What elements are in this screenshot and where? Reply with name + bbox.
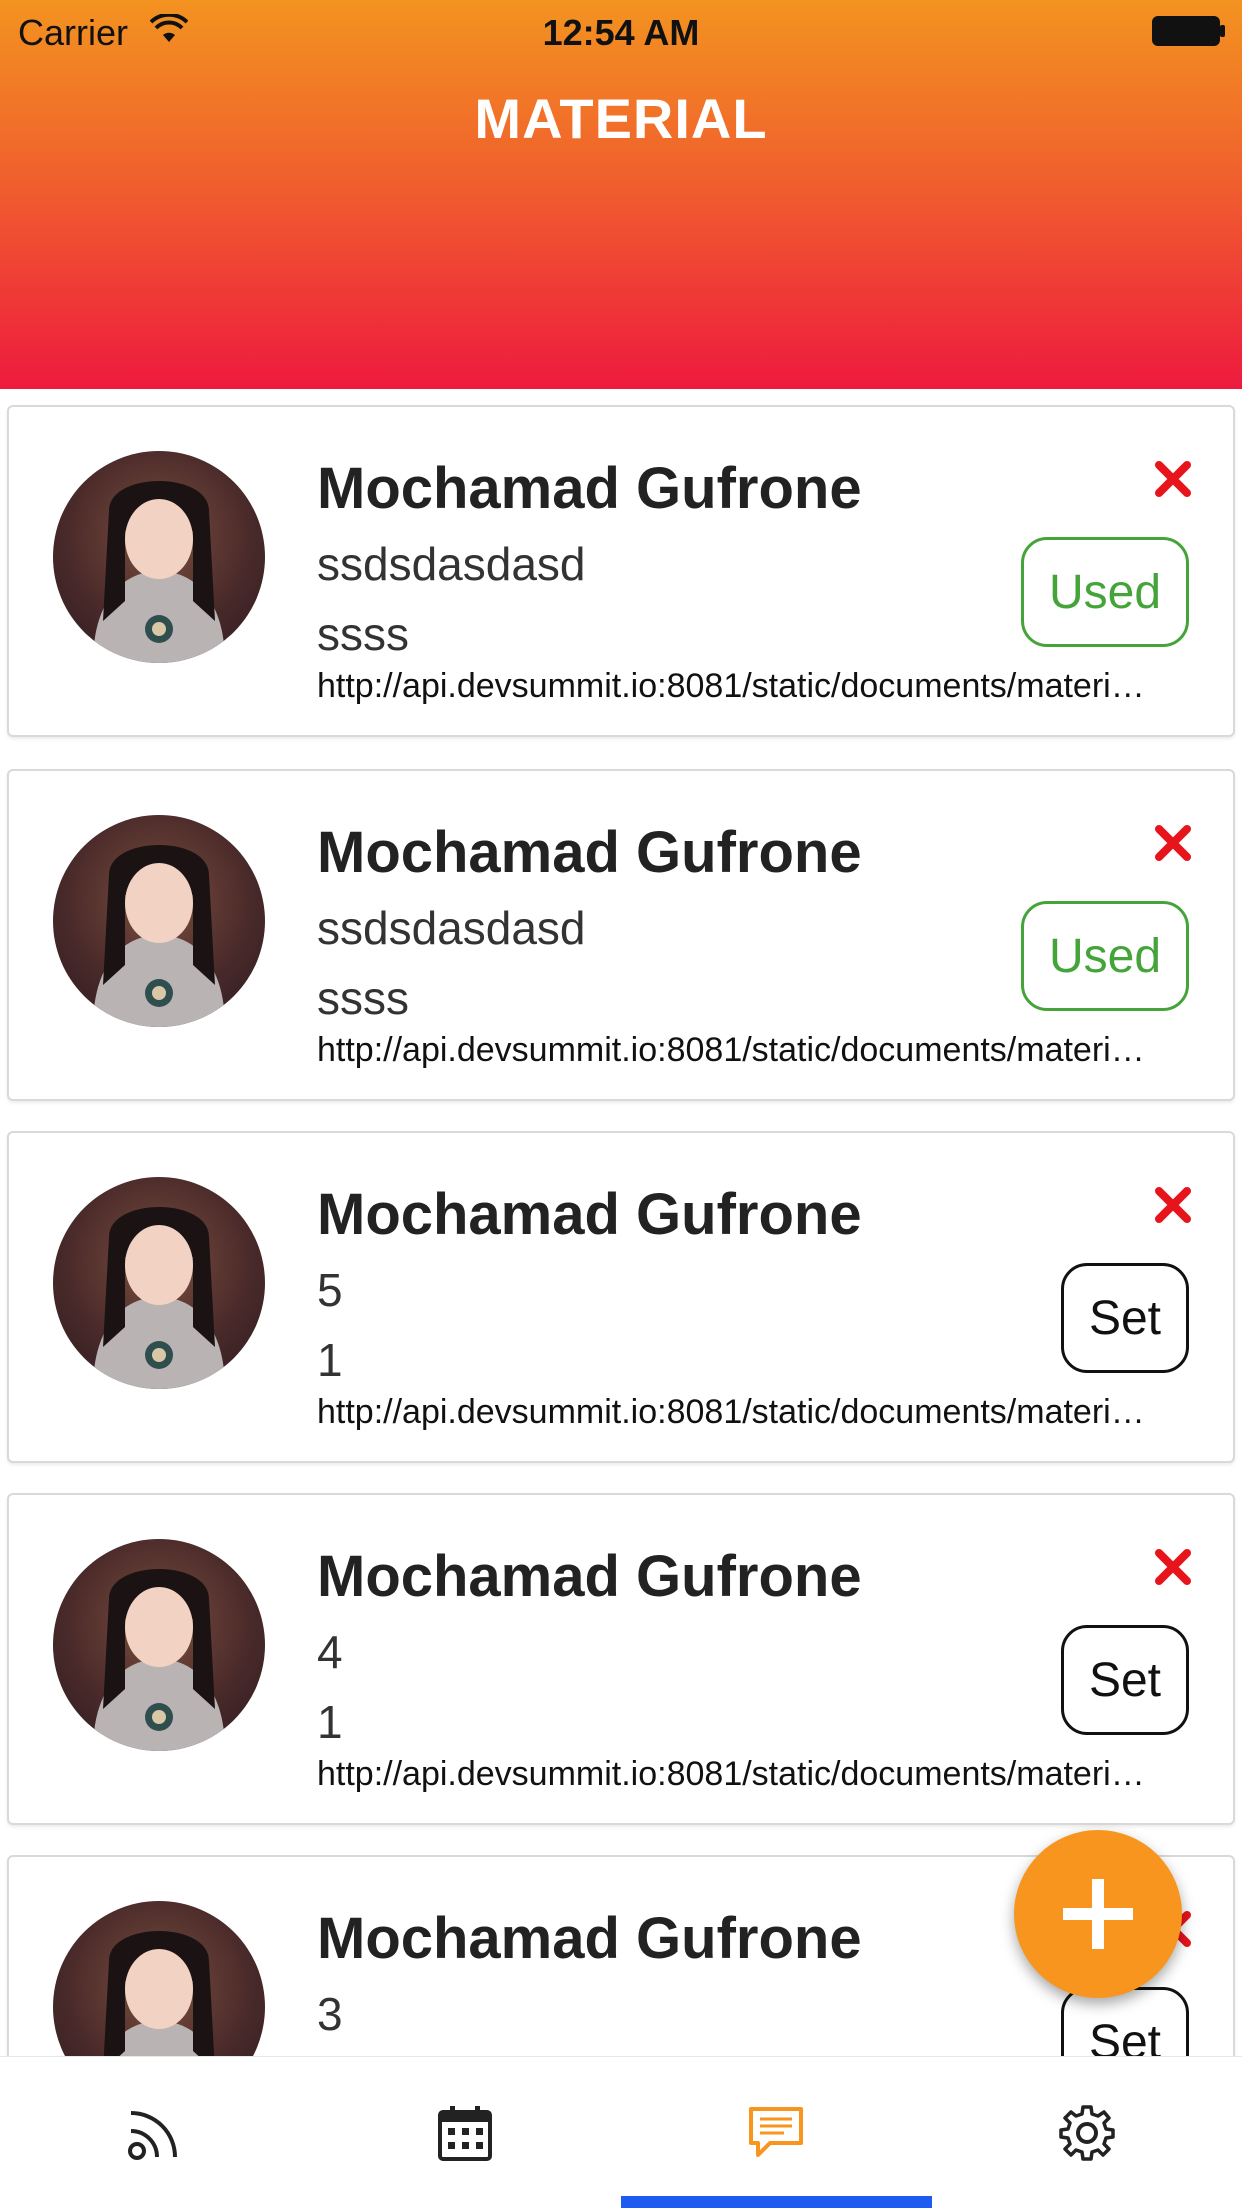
avatar bbox=[53, 451, 265, 663]
material-card[interactable]: Mochamad Gufrone 4 1 http://api.devsummi… bbox=[7, 1493, 1235, 1825]
tab-bar bbox=[0, 2056, 1242, 2208]
avatar bbox=[53, 815, 265, 1027]
status-time: 12:54 AM bbox=[542, 12, 700, 53]
battery-icon bbox=[1152, 16, 1225, 46]
page-title: MATERIAL bbox=[474, 87, 768, 150]
card-line-1: 3 bbox=[317, 1988, 343, 2040]
feed-icon bbox=[128, 2111, 177, 2160]
gear-icon bbox=[1059, 2105, 1115, 2161]
delete-icon[interactable] bbox=[1153, 1185, 1193, 1225]
card-name: Mochamad Gufrone bbox=[317, 456, 862, 521]
material-card[interactable]: Mochamad Gufrone 5 1 http://api.devsummi… bbox=[7, 1131, 1235, 1463]
card-name: Mochamad Gufrone bbox=[317, 820, 862, 885]
card-line-2: ssss bbox=[317, 972, 409, 1024]
active-tab-indicator bbox=[621, 2196, 932, 2208]
card-line-2: 1 bbox=[317, 1696, 343, 1748]
tab-schedule[interactable] bbox=[310, 2057, 620, 2208]
avatar bbox=[53, 1177, 265, 1389]
chat-icon bbox=[749, 2107, 803, 2157]
set-button[interactable]: Set bbox=[1061, 1987, 1189, 2056]
card-url[interactable]: http://api.devsummit.io:8081/static/docu… bbox=[317, 1393, 1157, 1432]
set-button[interactable]: Set bbox=[1061, 1625, 1189, 1735]
avatar bbox=[53, 1539, 265, 1751]
card-line-1: 5 bbox=[317, 1264, 343, 1316]
delete-icon[interactable] bbox=[1153, 1547, 1193, 1587]
calendar-icon bbox=[438, 2106, 492, 2161]
card-url[interactable]: http://api.devsummit.io:8081/static/docu… bbox=[317, 667, 1157, 706]
card-line-1: ssdsdasdasd bbox=[317, 902, 586, 954]
card-line-2: 1 bbox=[317, 1334, 343, 1386]
card-url[interactable]: http://api.devsummit.io:8081/static/docu… bbox=[317, 1755, 1157, 1794]
delete-icon[interactable] bbox=[1153, 459, 1193, 499]
used-button[interactable]: Used bbox=[1021, 537, 1189, 647]
plus-icon bbox=[1063, 1879, 1133, 1949]
tab-material[interactable] bbox=[621, 2057, 931, 2208]
card-name: Mochamad Gufrone bbox=[317, 1182, 862, 1247]
material-card[interactable]: Mochamad Gufrone ssdsdasdasd ssss http:/… bbox=[7, 769, 1235, 1101]
avatar bbox=[53, 1901, 265, 2056]
add-material-button[interactable] bbox=[1014, 1830, 1182, 1998]
material-card[interactable]: Mochamad Gufrone ssdsdasdasd ssss http:/… bbox=[7, 405, 1235, 737]
delete-icon[interactable] bbox=[1153, 823, 1193, 863]
set-button[interactable]: Set bbox=[1061, 1263, 1189, 1373]
header: Carrier 12:54 AM MATERIAL bbox=[0, 0, 1242, 389]
material-list[interactable]: Mochamad Gufrone ssdsdasdasd ssss http:/… bbox=[0, 389, 1242, 2056]
card-name: Mochamad Gufrone bbox=[317, 1906, 862, 1971]
tab-settings[interactable] bbox=[932, 2057, 1242, 2208]
tab-feed[interactable] bbox=[0, 2057, 310, 2208]
card-url[interactable]: http://api.devsummit.io:8081/static/docu… bbox=[317, 1031, 1157, 1070]
card-line-1: ssdsdasdasd bbox=[317, 538, 586, 590]
card-line-1: 4 bbox=[317, 1626, 343, 1678]
card-name: Mochamad Gufrone bbox=[317, 1544, 862, 1609]
status-bar: Carrier 12:54 AM bbox=[0, 0, 1242, 60]
card-line-2: ssss bbox=[317, 608, 409, 660]
used-button[interactable]: Used bbox=[1021, 901, 1189, 1011]
